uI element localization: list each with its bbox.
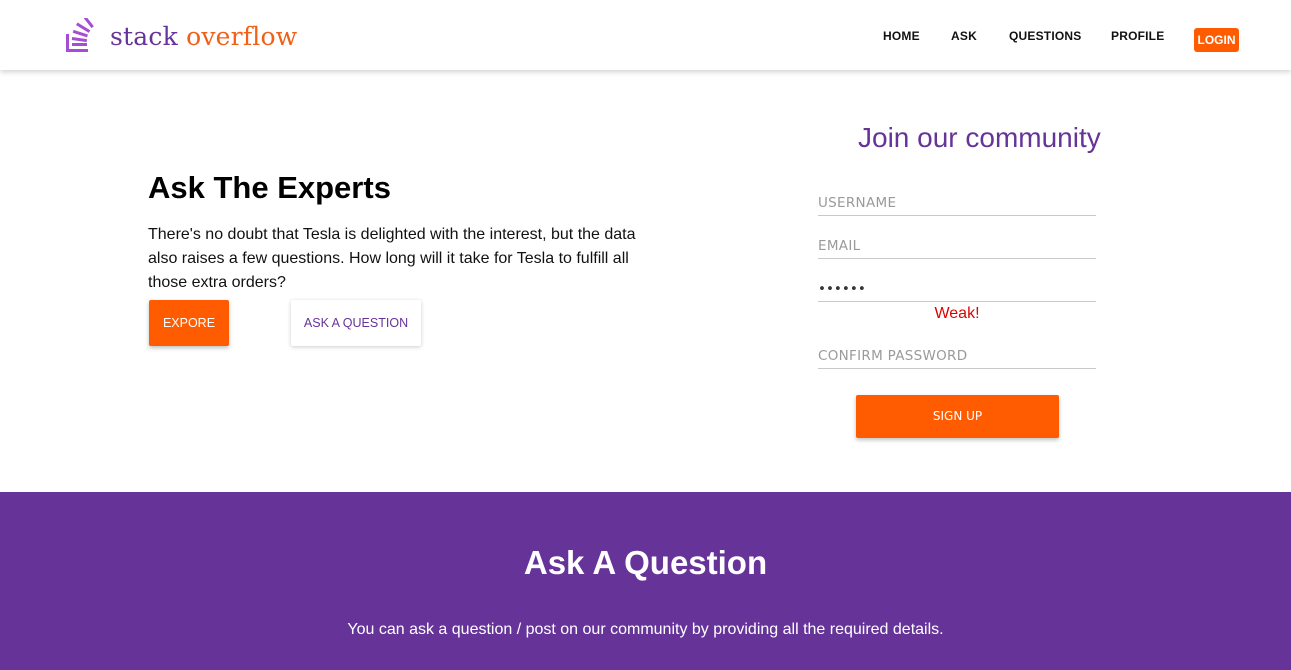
- hero-description: There's no doubt that Tesla is delighted…: [148, 226, 636, 291]
- confirm-password-input[interactable]: [818, 337, 1096, 369]
- nav-ask[interactable]: ASK: [951, 29, 977, 43]
- brand-logo[interactable]: stack overflow: [64, 18, 297, 54]
- username-input[interactable]: [818, 184, 1096, 216]
- brand-name: stack overflow: [110, 24, 297, 49]
- explore-button[interactable]: EXPORE: [149, 300, 229, 346]
- nav-questions[interactable]: QUESTIONS: [1009, 29, 1081, 43]
- ask-question-button[interactable]: ASK A QUESTION: [291, 300, 421, 346]
- signup-title: Join our community: [858, 122, 1101, 153]
- password-strength-label: Weak!: [934, 305, 980, 322]
- brand-word-stack: stack: [110, 21, 178, 51]
- signup-button[interactable]: SIGN UP: [856, 395, 1059, 438]
- brand-word-overflow: overflow: [186, 21, 298, 51]
- nav-profile[interactable]: PROFILE: [1111, 29, 1164, 43]
- stack-overflow-logo-icon: [64, 18, 94, 54]
- hero-title: Ask The Experts: [148, 170, 391, 205]
- ask-section-description: You can ask a question / post on our com…: [347, 621, 944, 638]
- login-button[interactable]: LOGIN: [1194, 28, 1239, 52]
- ask-section-title: Ask A Question: [523, 544, 768, 581]
- nav-home[interactable]: HOME: [883, 29, 920, 43]
- password-input[interactable]: [818, 270, 1096, 302]
- email-input[interactable]: [818, 227, 1096, 259]
- top-navbar: stack overflow HOME ASK QUESTIONS PROFIL…: [0, 0, 1291, 70]
